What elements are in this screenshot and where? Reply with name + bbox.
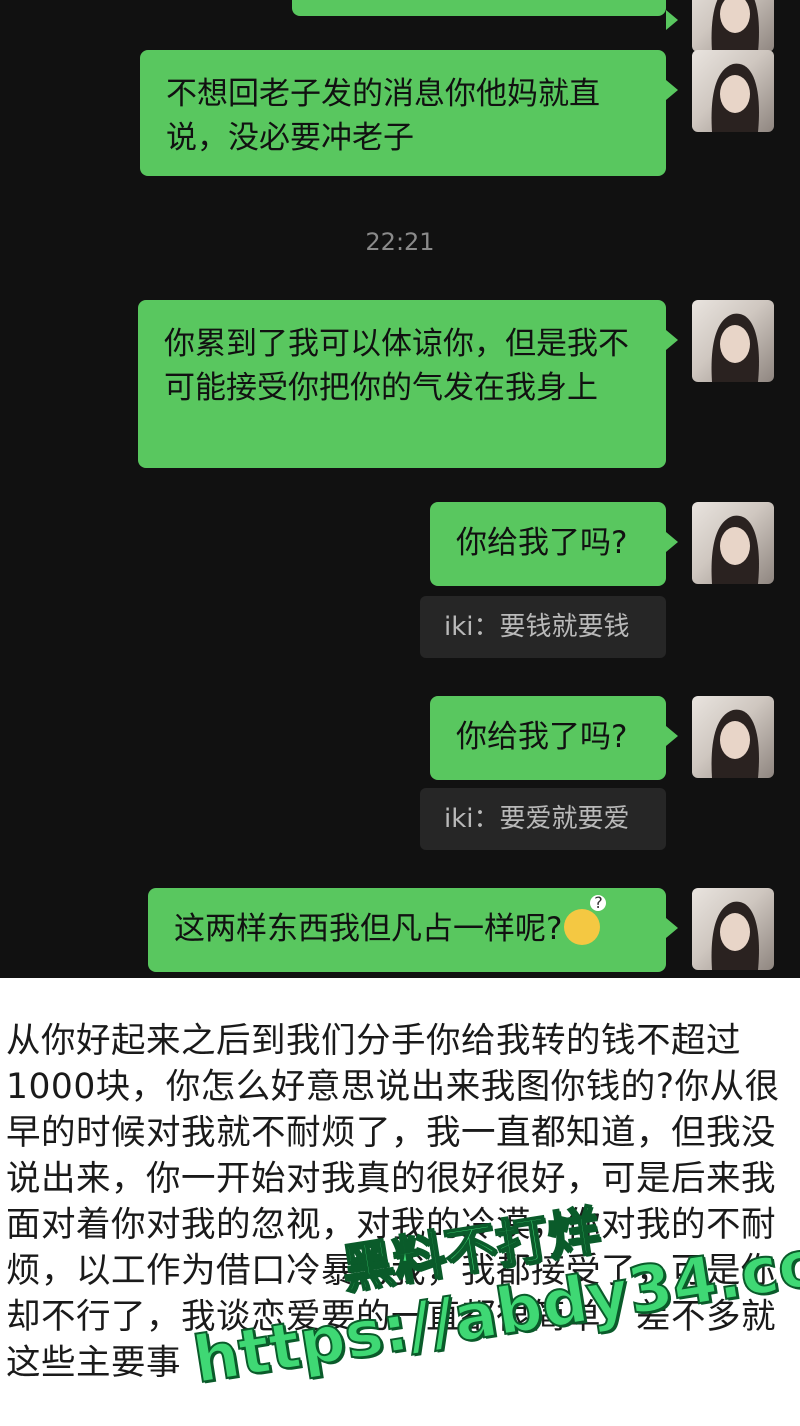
avatar[interactable] bbox=[692, 888, 774, 970]
message-bubble[interactable]: 你给我了吗? bbox=[430, 696, 678, 780]
avatar-portrait-icon bbox=[711, 63, 759, 132]
avatar[interactable] bbox=[692, 300, 774, 382]
avatar-portrait-icon bbox=[711, 709, 759, 778]
avatar-portrait-icon bbox=[711, 0, 759, 52]
avatar[interactable] bbox=[692, 696, 774, 778]
message-bubble[interactable]: 不想回老子发的消息你他妈就直说，没必要冲老子 bbox=[140, 50, 678, 176]
message-text: 你给我了吗? bbox=[456, 719, 628, 755]
message-bubble[interactable]: 你累到了我可以体谅你，但是我不可能接受你把你的气发在我身上 bbox=[138, 300, 678, 468]
avatar[interactable] bbox=[692, 50, 774, 132]
quoted-reply-text: iki：要钱就要钱 bbox=[444, 612, 630, 642]
quoted-reply-text: iki：要爱就要爱 bbox=[444, 804, 630, 834]
avatar-portrait-icon bbox=[711, 515, 759, 584]
avatar[interactable] bbox=[692, 502, 774, 584]
timestamp: 22:21 bbox=[365, 228, 435, 256]
avatar-portrait-icon bbox=[711, 313, 759, 382]
post-body-text: 从你好起来之后到我们分手你给我转的钱不超过1000块，你怎么好意思说出来我图你钱… bbox=[6, 1021, 780, 1383]
message-text: 不想回老子发的消息你他妈就直说，没必要冲老子 bbox=[166, 76, 600, 156]
message-bubble-partial[interactable] bbox=[292, 0, 678, 30]
message-bubble[interactable]: 这两样东西我但凡占一样呢? bbox=[148, 888, 678, 972]
avatar-portrait-icon bbox=[711, 901, 759, 970]
message-text: 你累到了我可以体谅你，但是我不可能接受你把你的气发在我身上 bbox=[164, 326, 629, 406]
message-text: 这两样东西我但凡占一样呢? bbox=[174, 911, 563, 947]
message-text: 你给我了吗? bbox=[456, 525, 628, 561]
chat-screenshot: 不想回老子发的消息你他妈就直说，没必要冲老子 22:21 你累到了我可以体谅你，… bbox=[0, 0, 800, 978]
avatar[interactable] bbox=[692, 0, 774, 52]
quoted-reply[interactable]: iki：要爱就要爱 bbox=[420, 788, 666, 850]
quoted-reply[interactable]: iki：要钱就要钱 bbox=[420, 596, 666, 658]
thinking-emoji-icon bbox=[564, 895, 607, 945]
message-bubble[interactable]: 你给我了吗? bbox=[430, 502, 678, 586]
